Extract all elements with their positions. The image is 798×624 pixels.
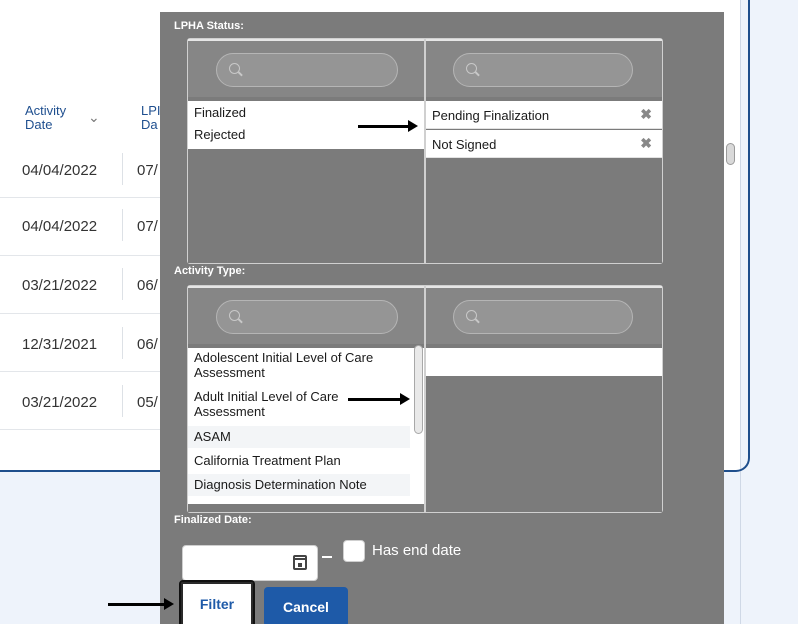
column-header-lpha-date[interactable]: LPI Da	[141, 104, 161, 132]
list-item[interactable]: Adult Initial Level of Care Assessment	[188, 389, 360, 419]
chevron-down-icon[interactable]: ⌄	[88, 109, 100, 126]
finalized-date-label: Finalized Date:	[174, 514, 252, 526]
lpha-status-dual-list: Finalized Rejected Pending Finalization …	[187, 38, 663, 264]
selected-item-pending-finalization: Pending Finalization ✖	[426, 101, 662, 129]
column-header-activity-date-line1: Activity	[25, 103, 67, 118]
lpha-status-selected-pane: Pending Finalization ✖ Not Signed ✖	[426, 39, 662, 263]
remove-icon[interactable]: ✖	[640, 135, 652, 152]
activity-type-dual-list: Adolescent Initial Level of Care Assessm…	[187, 285, 663, 513]
activity-date-cell: 04/04/2022	[22, 218, 98, 235]
activity-type-selected-pane	[426, 286, 662, 512]
search-icon	[466, 63, 477, 74]
cell-divider	[122, 385, 123, 417]
annotation-arrow	[108, 598, 174, 610]
activity-type-available-header	[188, 286, 424, 344]
table-row[interactable]: 03/21/2022 06/	[0, 256, 160, 314]
table-scrollbar-thumb[interactable]	[726, 143, 735, 165]
search-icon	[229, 63, 240, 74]
table-row[interactable]: 04/04/2022 07/	[0, 198, 160, 256]
lpha-date-cell: 07/	[137, 218, 158, 235]
page-background-right	[740, 0, 798, 624]
annotation-arrow	[358, 120, 418, 132]
lpha-date-cell: 06/	[137, 336, 158, 353]
lpha-status-available-search-input[interactable]	[216, 53, 398, 87]
lpha-status-selected-header	[426, 39, 662, 97]
activity-type-scrollbar[interactable]	[414, 345, 423, 434]
column-header-lpha-partial-1: LPI	[141, 103, 161, 118]
lpha-date-cell: 05/	[137, 394, 158, 411]
selected-item-label: Pending Finalization	[432, 108, 550, 123]
lpha-status-available-pane: Finalized Rejected	[188, 39, 424, 263]
has-end-date-label: Has end date	[372, 542, 462, 559]
lpha-status-label: LPHA Status:	[174, 20, 244, 32]
annotation-arrow	[348, 393, 410, 405]
cancel-button[interactable]: Cancel	[264, 587, 348, 624]
finalized-date-start-input[interactable]	[182, 545, 318, 581]
cell-divider	[122, 209, 123, 241]
cell-divider	[122, 268, 123, 300]
table-row[interactable]: 04/04/2022 07/	[0, 140, 160, 198]
lpha-date-cell: 07/	[137, 162, 158, 179]
activity-date-cell: 03/21/2022	[22, 277, 98, 294]
activity-type-available-search-input[interactable]	[216, 300, 398, 334]
has-end-date-checkbox[interactable]	[343, 540, 365, 562]
column-header-activity-date[interactable]: Activity Date	[25, 104, 66, 132]
activity-date-cell: 03/21/2022	[22, 394, 98, 411]
calendar-icon[interactable]	[293, 555, 307, 570]
activity-type-label: Activity Type:	[174, 265, 246, 277]
list-item[interactable]: Rejected	[188, 127, 424, 142]
activity-date-cell: 04/04/2022	[22, 162, 98, 179]
filter-button[interactable]: Filter	[179, 580, 255, 624]
lpha-status-selected-search-input[interactable]	[453, 53, 633, 87]
column-header-activity-date-line2: Date	[25, 117, 53, 132]
activity-type-selected-header	[426, 286, 662, 344]
search-icon	[466, 310, 477, 321]
search-icon	[229, 310, 240, 321]
list-item[interactable]: California Treatment Plan	[188, 450, 410, 472]
activity-type-selected-search-input[interactable]	[453, 300, 633, 334]
table-row[interactable]: 03/21/2022 05/	[0, 372, 160, 430]
selected-item-not-signed: Not Signed ✖	[426, 130, 662, 158]
table-row[interactable]: 12/31/2021 06/	[0, 314, 160, 372]
activity-date-cell: 12/31/2021	[22, 336, 98, 353]
lpha-date-cell: 06/	[137, 277, 158, 294]
cell-divider	[122, 153, 123, 185]
cell-divider	[122, 327, 123, 359]
activity-type-selected-list	[426, 348, 662, 376]
list-item[interactable]: Finalized	[188, 105, 424, 120]
selected-item-label: Not Signed	[432, 137, 497, 152]
activity-type-available-list: Adolescent Initial Level of Care Assessm…	[188, 348, 424, 504]
remove-icon[interactable]: ✖	[640, 106, 652, 123]
column-header-lpha-partial-2: Da	[141, 117, 158, 132]
list-item[interactable]: Diagnosis Determination Note	[188, 474, 410, 496]
filter-modal: LPHA Status: Finalized Rejected Pending …	[160, 12, 724, 624]
lpha-status-available-header	[188, 39, 424, 97]
list-item[interactable]: Adolescent Initial Level of Care Assessm…	[188, 350, 410, 380]
list-item[interactable]: ASAM	[188, 426, 410, 448]
date-range-dash	[322, 556, 332, 558]
